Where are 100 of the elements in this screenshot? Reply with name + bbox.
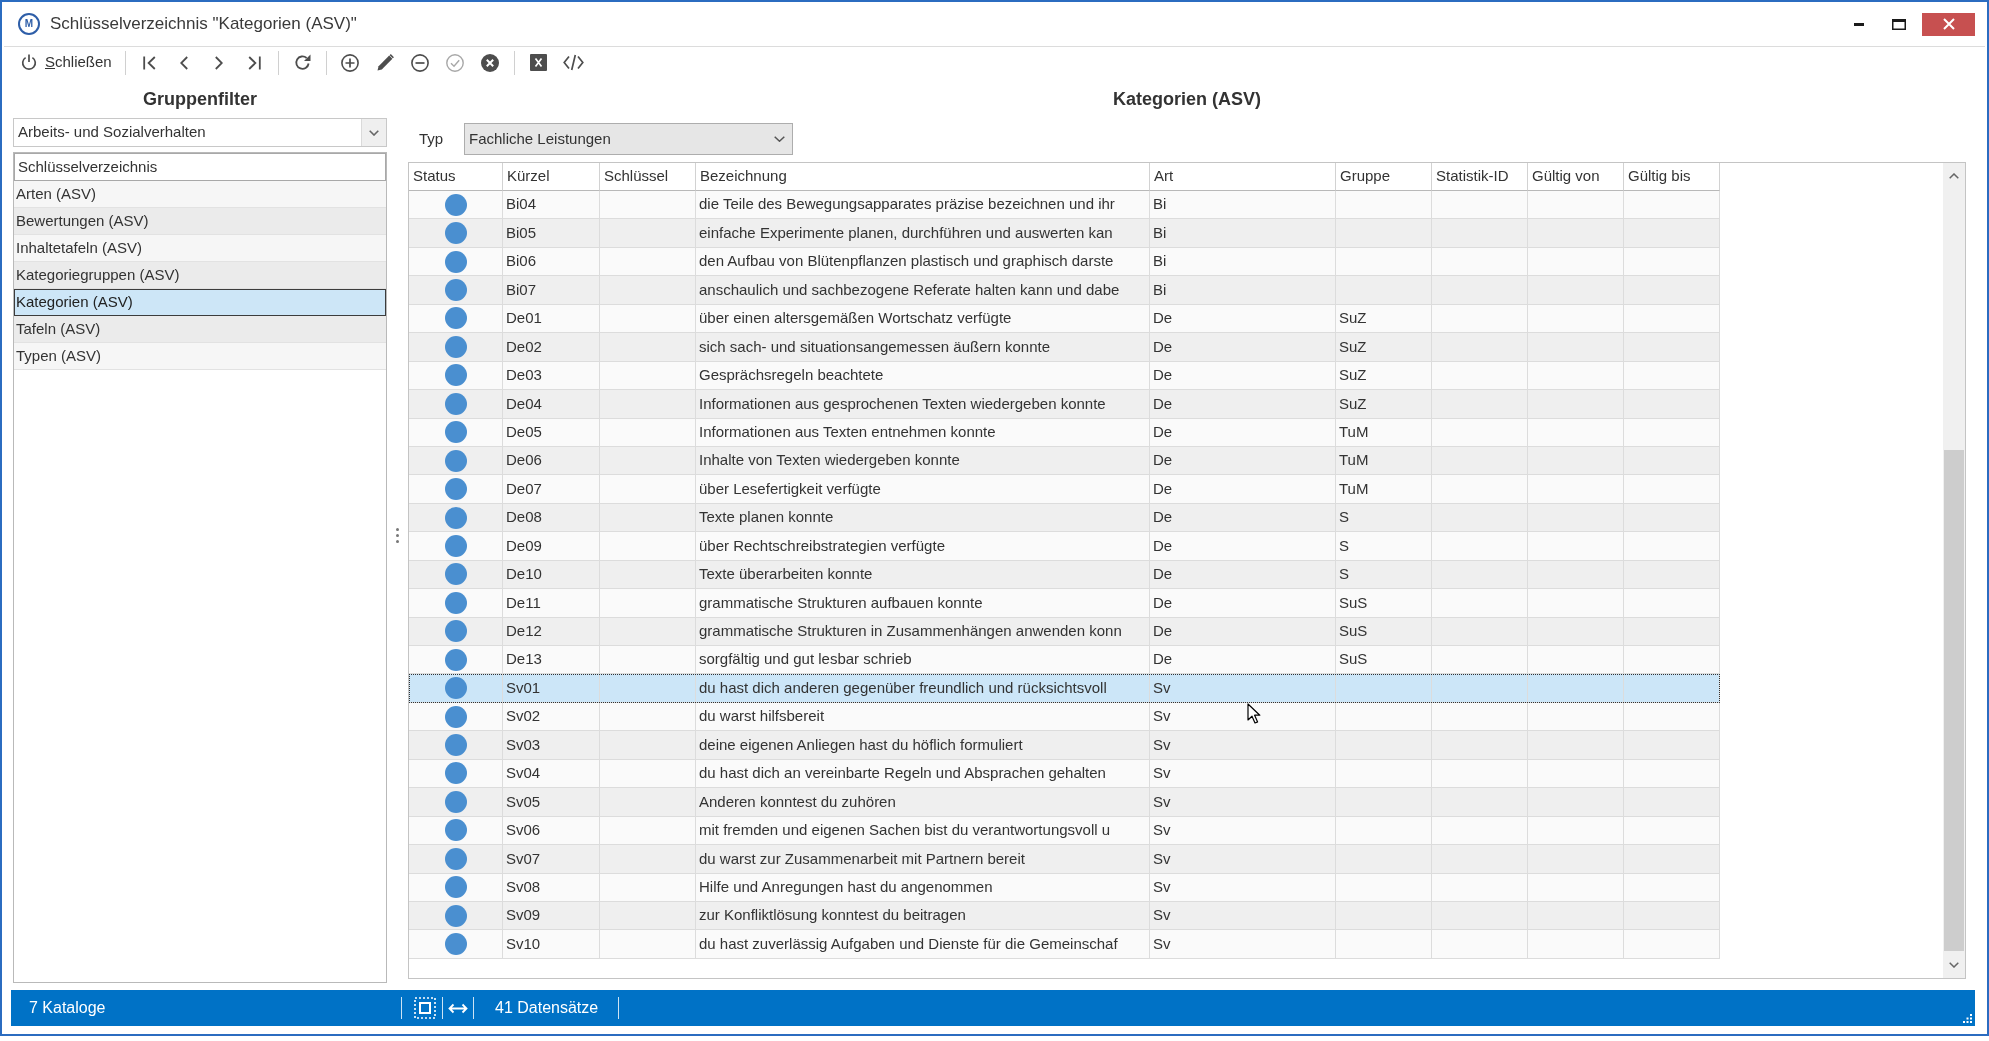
table-row[interactable]: Bi06 den Aufbau von Blütenpflanzen plastisch und graphisch darste Bi — [409, 247, 1720, 277]
group-filter-dropdown[interactable]: Arbeits- und Sozialverhalten — [13, 118, 387, 147]
table-row[interactable]: De03 Gesprächsregeln beachtete De SuZ — [409, 361, 1720, 391]
status-text: 41 Datensätze — [495, 998, 599, 1018]
chevron-right-icon — [215, 55, 224, 70]
table-row[interactable]: Sv09 zur Konfliktlösung konntest du beitragen Sv — [409, 901, 1720, 931]
table-cell: SuZ — [1336, 333, 1432, 362]
plus-circle-icon — [341, 53, 360, 72]
table-cell: grammatische Strukturen aufbauen konnte — [696, 589, 1150, 618]
table-cell: De — [1150, 589, 1336, 618]
table-row[interactable]: Sv01 du hast dich anderen gegenüber freundlich und rücksichtsvoll Sv — [409, 674, 1720, 703]
table-row[interactable]: De04 Informationen aus gesprochenen Texten wiedergeben konnte De SuZ — [409, 390, 1720, 419]
table-row[interactable]: Sv05 Anderen konntest du zuhören Sv — [409, 788, 1720, 817]
maximize-icon — [1892, 18, 1906, 30]
table-row[interactable]: De02 sich sach- und situationsangemessen äußern konnte De SuZ — [409, 333, 1720, 362]
list-item[interactable]: Kategoriegruppen (ASV) — [14, 262, 386, 289]
table-cell: De — [1150, 532, 1336, 561]
column-header[interactable]: Statistik-ID — [1432, 163, 1528, 191]
column-header[interactable]: Gruppe — [1336, 163, 1432, 191]
list-item[interactable]: Arten (ASV) — [14, 181, 386, 208]
table-cell: einfache Experimente planen, durchführen und auswerten kan — [696, 219, 1150, 248]
vertical-scrollbar[interactable] — [1943, 163, 1965, 978]
check-circle-icon — [446, 53, 465, 72]
code-icon — [562, 54, 584, 71]
column-header[interactable]: Art — [1150, 163, 1336, 191]
table-cell: Bi — [1150, 219, 1336, 248]
table-cell: Bi — [1150, 276, 1336, 305]
table-row[interactable]: Sv04 du hast dich an vereinbarte Regeln und Absprachen gehalten Sv — [409, 759, 1720, 789]
scrollbar-thumb[interactable] — [1944, 450, 1964, 951]
status-text: 7 Kataloge — [29, 998, 106, 1018]
chevron-down-icon[interactable] — [1949, 962, 1959, 968]
chevron-up-icon[interactable] — [1949, 173, 1959, 179]
resize-grip-icon[interactable] — [1963, 1014, 1972, 1023]
table-cell: SuS — [1336, 589, 1432, 618]
window-title: Schlüsselverzeichnis "Kategorien (ASV)" — [50, 13, 357, 36]
table-cell: anschaulich und sachbezogene Referate halten kann und dabe — [696, 276, 1150, 305]
chevron-left-icon — [180, 55, 189, 70]
table-cell: sich sach- und situationsangemessen äußern konnte — [696, 333, 1150, 362]
table-row[interactable]: Bi04 die Teile des Bewegungsapparates präzise bezeichnen und ihr Bi — [409, 191, 1720, 220]
table-cell: Sv — [1150, 873, 1336, 902]
select-frame-icon[interactable] — [414, 997, 436, 1019]
minimize-icon — [1854, 22, 1864, 26]
table-row[interactable]: De01 über einen altersgemäßen Wortschatz verfügte De SuZ — [409, 304, 1720, 334]
table-cell: Sv — [1150, 674, 1336, 703]
field-label: Typ — [419, 128, 445, 149]
table-row[interactable]: Sv03 deine eigenen Anliegen hast du höflich formuliert Sv — [409, 731, 1720, 760]
column-header[interactable]: Gültig von — [1528, 163, 1624, 191]
table-row[interactable]: Sv10 du hast zuverlässig Aufgaben und Dienste für die Gemeinschaf Sv — [409, 930, 1720, 959]
table-cell: De05 — [503, 418, 600, 447]
column-header[interactable]: Status — [409, 163, 503, 191]
table-cell: du hast zuverlässig Aufgaben und Dienste für die Gemeinschaf — [696, 930, 1150, 959]
list-column-header[interactable]: Schlüsselverzeichnis — [14, 153, 386, 181]
table-row[interactable]: De09 über Rechtschreibstrategien verfügte De S — [409, 532, 1720, 561]
mouse-pointer-icon — [1247, 703, 1261, 724]
x-circle-icon — [481, 53, 500, 72]
table-row[interactable]: De10 Texte überarbeiten konnte De S — [409, 560, 1720, 590]
table-cell: TuM — [1336, 418, 1432, 447]
close-window-button[interactable] — [1922, 12, 1975, 36]
table-cell: Sv — [1150, 788, 1336, 817]
power-icon — [21, 54, 37, 71]
column-header[interactable]: Bezeichnung — [696, 163, 1150, 191]
close-icon — [1942, 18, 1955, 30]
list-item[interactable]: Typen (ASV) — [14, 343, 386, 370]
table-cell: Bi05 — [503, 219, 600, 248]
list-item[interactable]: Kategorien (ASV) — [14, 289, 386, 316]
table-row[interactable]: De13 sorgfältig und gut lesbar schrieb De SuS — [409, 646, 1720, 675]
pencil-icon — [376, 54, 394, 71]
table-row[interactable]: De07 über Lesefertigkeit verfügte De TuM — [409, 475, 1720, 504]
table-cell: De07 — [503, 475, 600, 504]
app-logo: M — [18, 13, 40, 35]
table-row[interactable]: Sv08 Hilfe und Anregungen hast du angenommen Sv — [409, 873, 1720, 902]
table-row[interactable]: Sv06 mit fremden und eigenen Sachen bist du verantwortungsvoll u Sv — [409, 816, 1720, 846]
table-cell: über Rechtschreibstrategien verfügte — [696, 532, 1150, 561]
table-row[interactable]: Bi05 einfache Experimente planen, durchführen und auswerten kan Bi — [409, 219, 1720, 248]
table-cell: Informationen aus gesprochenen Texten wiedergeben konnte — [696, 390, 1150, 419]
table-row[interactable]: De11 grammatische Strukturen aufbauen konnte De SuS — [409, 589, 1720, 618]
table-cell: Anderen konntest du zuhören — [696, 788, 1150, 817]
table-row[interactable]: Sv02 du warst hilfsbereit Sv — [409, 702, 1720, 732]
splitter-grip-icon[interactable] — [396, 528, 399, 543]
table-row[interactable]: Bi07 anschaulich und sachbezogene Referate halten kann und dabe Bi — [409, 276, 1720, 305]
table-row[interactable]: De08 Texte planen konnte De S — [409, 503, 1720, 533]
list-item[interactable]: Tafeln (ASV) — [14, 316, 386, 343]
table-row[interactable]: De05 Informationen aus Texten entnehmen konnte De TuM — [409, 418, 1720, 447]
table-cell: du warst zur Zusammenarbeit mit Partnern bereit — [696, 845, 1150, 874]
close-button[interactable]: Schließen — [14, 48, 119, 77]
table-cell: Sv — [1150, 731, 1336, 760]
table-row[interactable]: De06 Inhalte von Texten wiedergeben konnte De TuM — [409, 446, 1720, 476]
table-cell: S — [1336, 532, 1432, 561]
table-row[interactable]: De12 grammatische Strukturen in Zusammenhängen anwenden konn De SuS — [409, 617, 1720, 646]
list-item[interactable]: Inhaltetafeln (ASV) — [14, 235, 386, 262]
refresh-icon — [293, 54, 311, 71]
panel-title: Kategorien (ASV) — [1113, 88, 1261, 111]
table-row[interactable]: Sv07 du warst zur Zusammenarbeit mit Partnern bereit Sv — [409, 845, 1720, 874]
column-header[interactable]: Kürzel — [503, 163, 600, 191]
double-arrow-icon[interactable] — [448, 1002, 468, 1014]
list-item[interactable]: Bewertungen (ASV) — [14, 208, 386, 235]
column-header[interactable]: Gültig bis — [1624, 163, 1720, 191]
table-cell: Informationen aus Texten entnehmen konnte — [696, 418, 1150, 447]
type-dropdown[interactable]: Fachliche Leistungen — [464, 123, 793, 155]
column-header[interactable]: Schlüssel — [600, 163, 696, 191]
